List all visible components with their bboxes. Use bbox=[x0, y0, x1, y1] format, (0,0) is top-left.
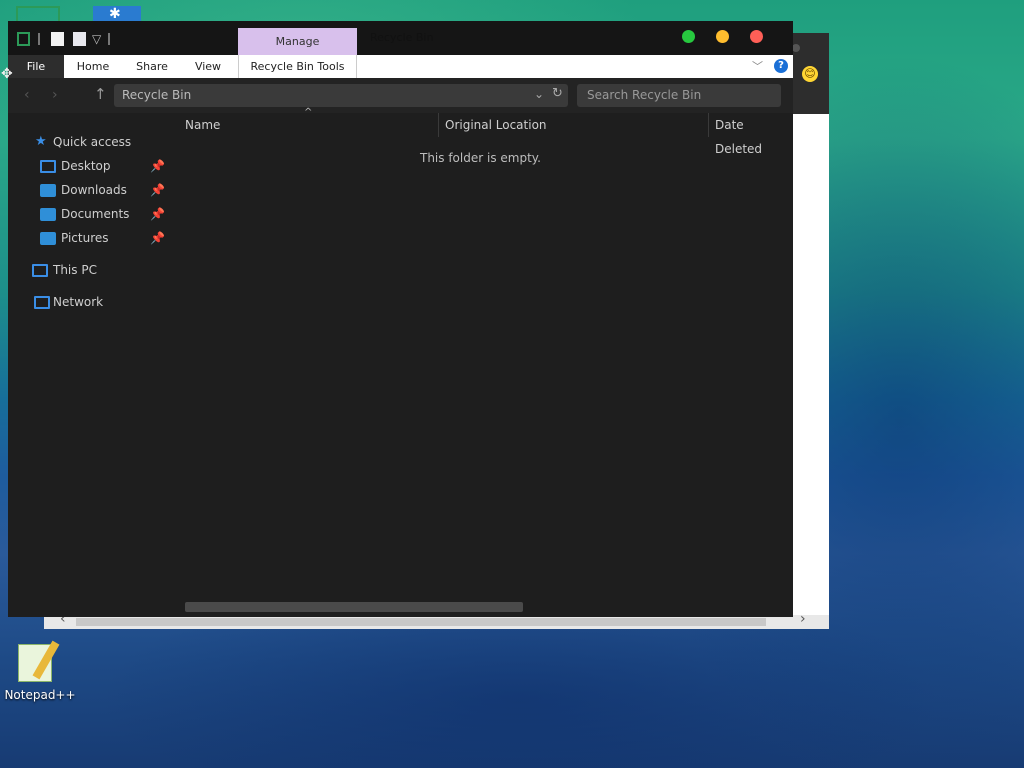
nav-item-quick-access[interactable]: ★ Quick access bbox=[8, 133, 168, 153]
star-icon: ★ bbox=[35, 134, 47, 149]
properties-icon[interactable] bbox=[51, 32, 64, 46]
nav-item-desktop[interactable]: Desktop 📌 bbox=[8, 157, 168, 177]
app-icon[interactable] bbox=[17, 32, 30, 46]
back-button[interactable]: ‹ bbox=[24, 87, 30, 103]
window-title: Recycle Bin bbox=[370, 31, 434, 44]
nav-item-downloads[interactable]: Downloads 📌 bbox=[8, 181, 168, 201]
nav-item-label: Downloads bbox=[61, 183, 127, 197]
ribbon-tabs: File Home Share View Recycle Bin Tools ﹀… bbox=[8, 55, 793, 78]
desktop-icon bbox=[40, 160, 56, 173]
refresh-icon[interactable]: ↻ bbox=[552, 86, 563, 101]
tab-manage[interactable]: Manage bbox=[238, 28, 357, 55]
tab-home[interactable]: Home bbox=[70, 55, 116, 78]
tab-share[interactable]: Share bbox=[132, 55, 172, 78]
move-cursor-icon: ✥ bbox=[1, 66, 13, 82]
scroll-right-icon[interactable]: › bbox=[800, 611, 806, 627]
nav-item-label: Desktop bbox=[61, 159, 111, 173]
window-button-icon[interactable] bbox=[792, 44, 800, 52]
pin-icon[interactable]: 📌 bbox=[150, 231, 165, 245]
computer-icon bbox=[32, 264, 48, 277]
search-input[interactable]: Search Recycle Bin bbox=[577, 84, 781, 107]
close-button[interactable] bbox=[750, 30, 763, 43]
pictures-folder-icon bbox=[40, 232, 56, 245]
tab-view[interactable]: View bbox=[190, 55, 226, 78]
file-list[interactable]: ^ Name Original Location Date Deleted Th… bbox=[168, 107, 793, 617]
column-header-original-location[interactable]: Original Location bbox=[438, 113, 708, 137]
maximize-button[interactable] bbox=[682, 30, 695, 43]
network-icon bbox=[34, 296, 50, 309]
toolbar-separator bbox=[108, 33, 110, 45]
column-header-name[interactable]: Name bbox=[185, 113, 437, 137]
address-field[interactable]: Recycle Bin ⌄ ↻ bbox=[114, 84, 568, 107]
expand-ribbon-icon[interactable]: ﹀ bbox=[752, 58, 763, 74]
toolbar-separator bbox=[38, 33, 40, 45]
nav-item-network[interactable]: Network bbox=[8, 293, 168, 313]
nav-item-pictures[interactable]: Pictures 📌 bbox=[8, 229, 168, 249]
pin-icon[interactable]: 📌 bbox=[150, 159, 165, 173]
desktop-icon-label[interactable]: Notepad++ bbox=[0, 688, 80, 702]
tab-file[interactable]: File bbox=[8, 55, 64, 78]
column-header-date-deleted[interactable]: Date Deleted bbox=[708, 113, 793, 156]
search-placeholder: Search Recycle Bin bbox=[587, 88, 702, 102]
minimize-button[interactable] bbox=[716, 30, 729, 43]
horizontal-scrollbar[interactable] bbox=[185, 602, 523, 612]
new-folder-icon[interactable] bbox=[73, 32, 86, 46]
pin-icon[interactable]: 📌 bbox=[150, 183, 165, 197]
nav-item-label: Quick access bbox=[53, 135, 132, 149]
tab-recycle-bin-tools[interactable]: Recycle Bin Tools bbox=[238, 55, 357, 78]
documents-folder-icon bbox=[40, 208, 56, 221]
file-explorer-window: ▽ Manage Recycle Bin File Home Share Vie… bbox=[8, 21, 793, 617]
notepad-plus-plus-icon[interactable] bbox=[16, 640, 60, 684]
address-path: Recycle Bin bbox=[122, 88, 192, 102]
title-bar[interactable]: ▽ Manage Recycle Bin bbox=[8, 21, 793, 55]
forward-button[interactable]: › bbox=[52, 87, 58, 103]
up-button[interactable]: ↑ bbox=[94, 85, 107, 103]
pin-icon[interactable]: 📌 bbox=[150, 207, 165, 221]
nav-item-this-pc[interactable]: This PC bbox=[8, 261, 168, 281]
quick-access-dropdown-icon[interactable]: ▽ bbox=[92, 32, 101, 46]
emoji-icon: 😊 bbox=[802, 66, 818, 82]
background-horizontal-scrollbar[interactable] bbox=[44, 615, 829, 629]
downloads-folder-icon bbox=[40, 184, 56, 197]
address-dropdown-icon[interactable]: ⌄ bbox=[534, 87, 544, 101]
nav-item-label: Documents bbox=[61, 207, 130, 221]
nav-item-documents[interactable]: Documents 📌 bbox=[8, 205, 168, 225]
empty-folder-message: This folder is empty. bbox=[420, 151, 541, 165]
column-headers: ^ Name Original Location Date Deleted bbox=[168, 107, 793, 156]
navigation-pane: ★ Quick access Desktop 📌 Downloads 📌 Doc… bbox=[8, 113, 168, 617]
help-icon[interactable]: ? bbox=[774, 59, 788, 73]
nav-item-label: Pictures bbox=[61, 231, 109, 245]
scrollbar-thumb[interactable] bbox=[76, 618, 766, 626]
nav-item-label: Network bbox=[53, 295, 104, 309]
address-toolbar: ‹ › ↑ Recycle Bin ⌄ ↻ Search Recycle Bin bbox=[8, 78, 793, 113]
nav-item-label: This PC bbox=[53, 263, 97, 277]
